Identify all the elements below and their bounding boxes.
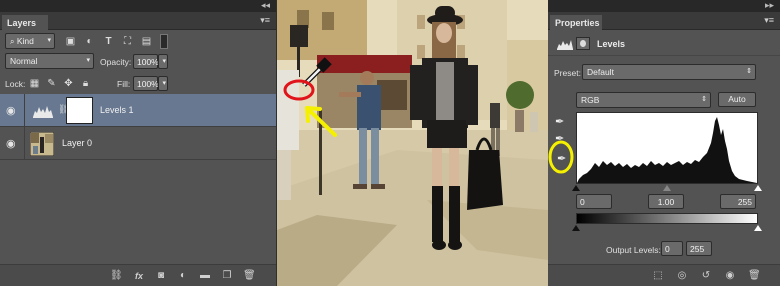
shape-filter-icon[interactable]: ⛶ xyxy=(121,35,134,48)
black-point-eyedropper-icon[interactable]: ✒ xyxy=(555,115,564,128)
yellow-highlight-annotation xyxy=(548,140,574,174)
clip-to-layer-icon[interactable]: ⬚ xyxy=(652,270,664,282)
canvas-photo[interactable] xyxy=(277,0,548,286)
properties-bottom-bar: ⬚ ◎ ↺ ◉ 🗑︎ xyxy=(548,264,780,286)
view-previous-state-icon[interactable]: ◎ xyxy=(676,270,688,282)
search-icon: ⌕ xyxy=(10,37,15,46)
layers-panel-titlebar: ◂◂ xyxy=(0,0,276,12)
opacity-label: Opacity: xyxy=(100,57,132,67)
filter-toggle-icon[interactable] xyxy=(160,34,168,49)
collapse-icon[interactable]: ◂◂ xyxy=(261,0,270,11)
layer-row-layer0[interactable]: ◉ Layer 0 xyxy=(0,127,276,160)
black-input-slider[interactable] xyxy=(572,185,580,191)
opacity-slider-button[interactable]: ▾ xyxy=(158,54,168,69)
layers-bottom-bar: ⛓ fx ◙ ◐ ▬ ❐ 🗑︎ xyxy=(0,264,276,286)
white-output-slider[interactable] xyxy=(754,225,762,231)
preset-label: Preset: xyxy=(554,68,581,78)
input-gamma-field[interactable]: 1.00 xyxy=(648,194,684,209)
histogram-graph xyxy=(577,113,757,183)
output-levels-label: Output Levels: xyxy=(606,245,661,255)
visibility-eye-icon[interactable]: ◉ xyxy=(724,270,736,282)
type-filter-icon[interactable]: T xyxy=(102,35,115,48)
lock-row: Lock: ▦ ✎ ✥ 🔒︎ Fill: 100% ▾ xyxy=(0,74,276,92)
divider xyxy=(24,94,25,127)
new-layer-icon[interactable]: ❐ xyxy=(221,270,233,282)
opacity-input[interactable]: 100% xyxy=(133,54,159,69)
properties-panel-titlebar: ▸▸ xyxy=(548,0,780,12)
output-black-field[interactable]: 0 xyxy=(661,241,683,256)
filter-kind-dropdown[interactable]: ⌕ Kind ▾ xyxy=(5,33,55,49)
auto-button[interactable]: Auto xyxy=(718,92,756,107)
layer-name[interactable]: Layer 0 xyxy=(62,138,92,148)
lock-label: Lock: xyxy=(5,79,26,89)
histogram xyxy=(576,112,758,184)
divider xyxy=(24,127,25,160)
layer-row-levels[interactable]: ◉ ⛓ Levels 1 xyxy=(0,94,276,127)
link-icon[interactable]: ⛓ xyxy=(110,270,123,282)
preset-dropdown[interactable]: Default ⇕ xyxy=(582,64,756,80)
adjustment-title: Levels xyxy=(597,39,626,49)
visibility-eye-icon[interactable]: ◉ xyxy=(6,104,20,117)
blend-row: Normal ▾ Opacity: 100% ▾ xyxy=(0,52,276,70)
smart-object-filter-icon[interactable]: ▤ xyxy=(140,35,153,48)
chevron-down-icon: ▾ xyxy=(86,57,90,64)
blend-mode-dropdown[interactable]: Normal ▾ xyxy=(5,53,94,69)
fill-input[interactable]: 100% xyxy=(133,76,159,91)
lock-position-icon[interactable]: ✥ xyxy=(62,77,75,90)
layer-thumbnail[interactable] xyxy=(30,132,54,156)
visibility-eye-icon[interactable]: ◉ xyxy=(6,137,20,150)
add-mask-icon[interactable]: ◙ xyxy=(155,270,167,282)
properties-panel: ▸▸ Properties ▾≡ Levels Preset: Default … xyxy=(548,0,780,286)
lock-transparent-icon[interactable]: ▦ xyxy=(28,77,41,90)
layer-filter-row: ⌕ Kind ▾ ▣ ◐ T ⛶ ▤ xyxy=(0,31,276,51)
chevron-down-icon: ▾ xyxy=(162,80,166,87)
lock-pixels-icon[interactable]: ✎ xyxy=(45,77,58,90)
levels-adjustment-icon[interactable] xyxy=(556,37,574,51)
black-output-slider[interactable] xyxy=(572,225,580,231)
layers-panel: ◂◂ Layers ▾≡ ⌕ Kind ▾ ▣ ◐ T ⛶ ▤ Normal ▾… xyxy=(0,0,276,286)
properties-header: Levels xyxy=(548,31,780,56)
chevron-updown-icon: ⇕ xyxy=(701,96,707,103)
chevron-updown-icon: ⇕ xyxy=(746,68,752,75)
chevron-down-icon: ▾ xyxy=(47,37,51,44)
channel-dropdown[interactable]: RGB ⇕ xyxy=(576,92,711,108)
mask-icon[interactable] xyxy=(576,37,590,50)
properties-tabbar: Properties ▾≡ xyxy=(548,12,780,30)
panel-menu-icon[interactable]: ▾≡ xyxy=(260,15,270,26)
collapse-icon[interactable]: ▸▸ xyxy=(765,0,774,11)
pixel-filter-icon[interactable]: ▣ xyxy=(64,35,77,48)
preset-value: Default xyxy=(587,67,614,77)
trash-icon[interactable]: 🗑︎ xyxy=(748,270,761,282)
tab-properties[interactable]: Properties xyxy=(550,15,602,30)
layer-mask-thumbnail[interactable] xyxy=(66,97,93,124)
folder-icon[interactable]: ▬ xyxy=(199,270,211,282)
tab-layers[interactable]: Layers xyxy=(2,15,48,30)
reset-icon[interactable]: ↺ xyxy=(700,270,712,282)
layers-tabbar: Layers ▾≡ xyxy=(0,12,276,30)
levels-adjustment-icon xyxy=(33,106,53,118)
blend-mode-value: Normal xyxy=(10,56,38,66)
channel-value: RGB xyxy=(581,95,600,105)
fx-icon[interactable]: fx xyxy=(133,270,145,282)
panel-menu-icon[interactable]: ▾≡ xyxy=(764,15,774,26)
white-input-slider[interactable] xyxy=(754,185,762,191)
fill-label: Fill: xyxy=(117,79,131,89)
input-white-field[interactable]: 255 xyxy=(720,194,756,209)
filter-kind-value: Kind xyxy=(16,36,34,46)
output-white-field[interactable]: 255 xyxy=(686,241,712,256)
lock-all-icon[interactable]: 🔒︎ xyxy=(79,77,92,90)
layer-name[interactable]: Levels 1 xyxy=(100,105,134,115)
fill-slider-button[interactable]: ▾ xyxy=(158,76,168,91)
adjustment-filter-icon[interactable]: ◐ xyxy=(83,35,96,48)
chevron-down-icon: ▾ xyxy=(162,58,166,65)
trash-icon[interactable]: 🗑︎ xyxy=(243,270,256,282)
output-gradient xyxy=(576,213,758,224)
gamma-input-slider[interactable] xyxy=(663,185,671,191)
input-black-field[interactable]: 0 xyxy=(576,194,612,209)
street-photo xyxy=(277,0,548,286)
layer-list: ◉ ⛓ Levels 1 ◉ Layer 0 xyxy=(0,94,276,160)
adjustment-layer-icon[interactable]: ◐ xyxy=(177,270,189,282)
